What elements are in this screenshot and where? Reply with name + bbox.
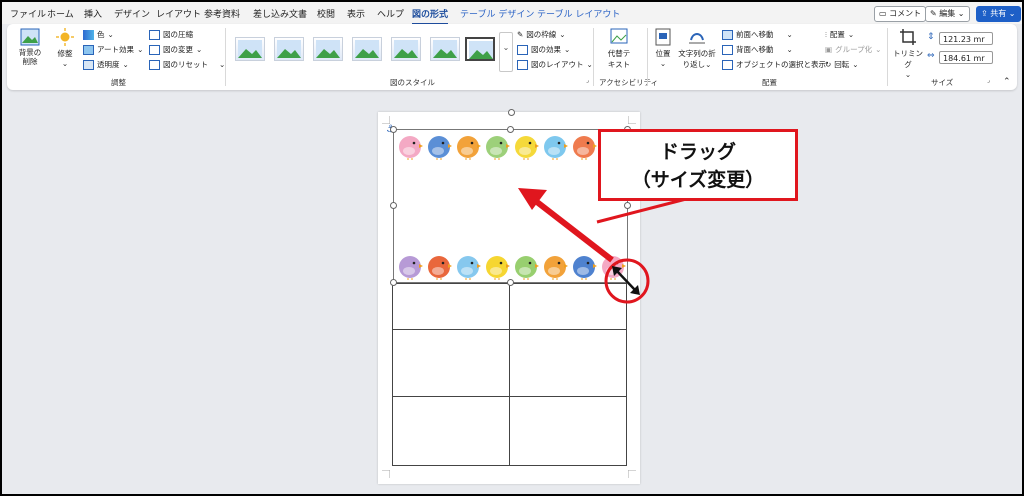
drag-arrow-shaft bbox=[535, 199, 614, 263]
callout-title: ドラッグ bbox=[659, 141, 736, 163]
callout-subtitle: （サイズ変更） bbox=[631, 169, 765, 191]
annotation-overlay bbox=[518, 188, 695, 304]
resize-cursor-icon bbox=[612, 266, 640, 295]
app-window: ファイル ホーム 挿入 デザイン レイアウト 参考資料 差し込み文書 校閲 表示… bbox=[0, 0, 1024, 496]
drag-callout: ドラッグ （サイズ変更） bbox=[598, 129, 798, 201]
